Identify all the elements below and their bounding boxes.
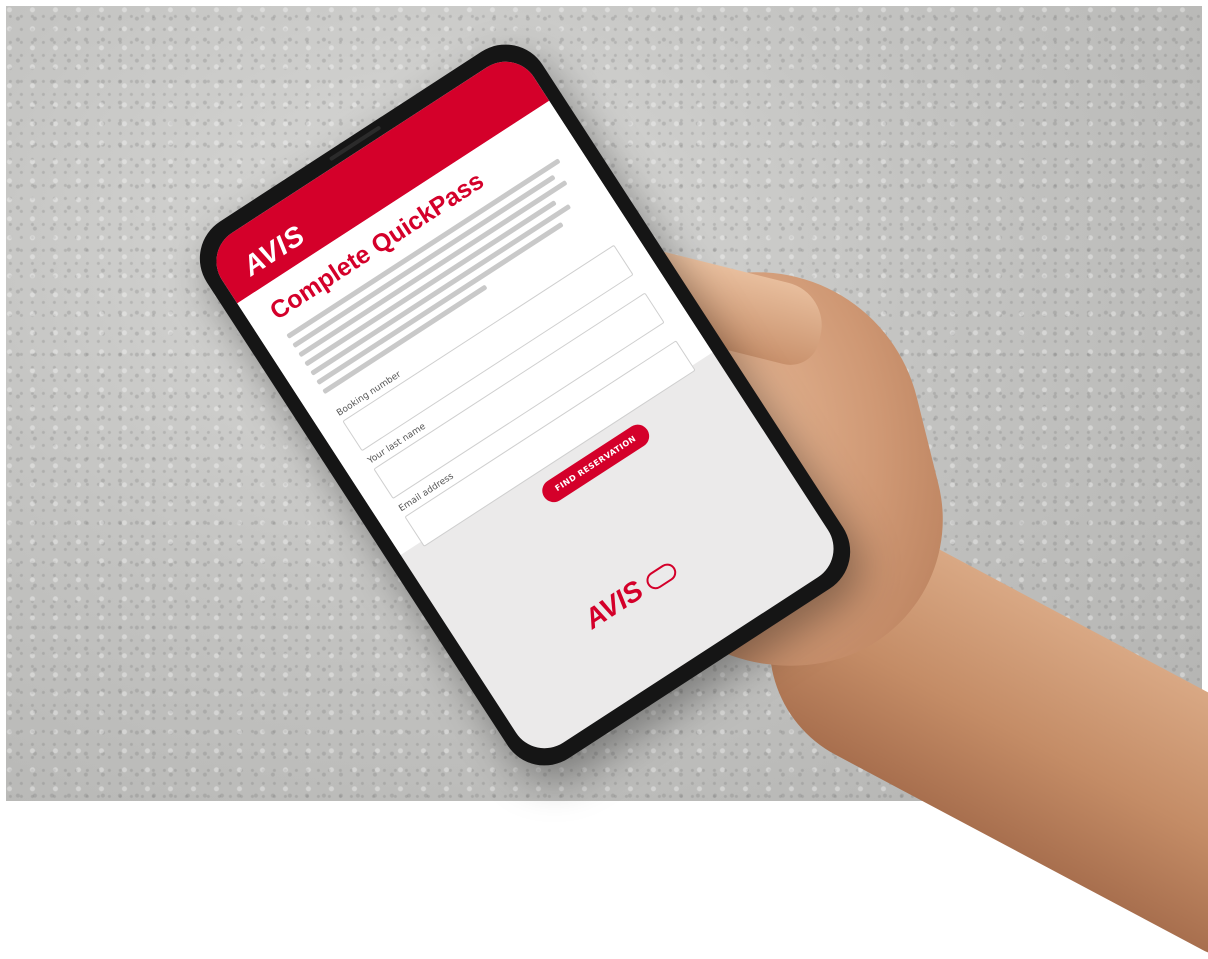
badge-icon — [643, 559, 680, 593]
footer-logo: AVIS — [579, 552, 683, 635]
footer-brand: AVIS — [578, 574, 649, 635]
